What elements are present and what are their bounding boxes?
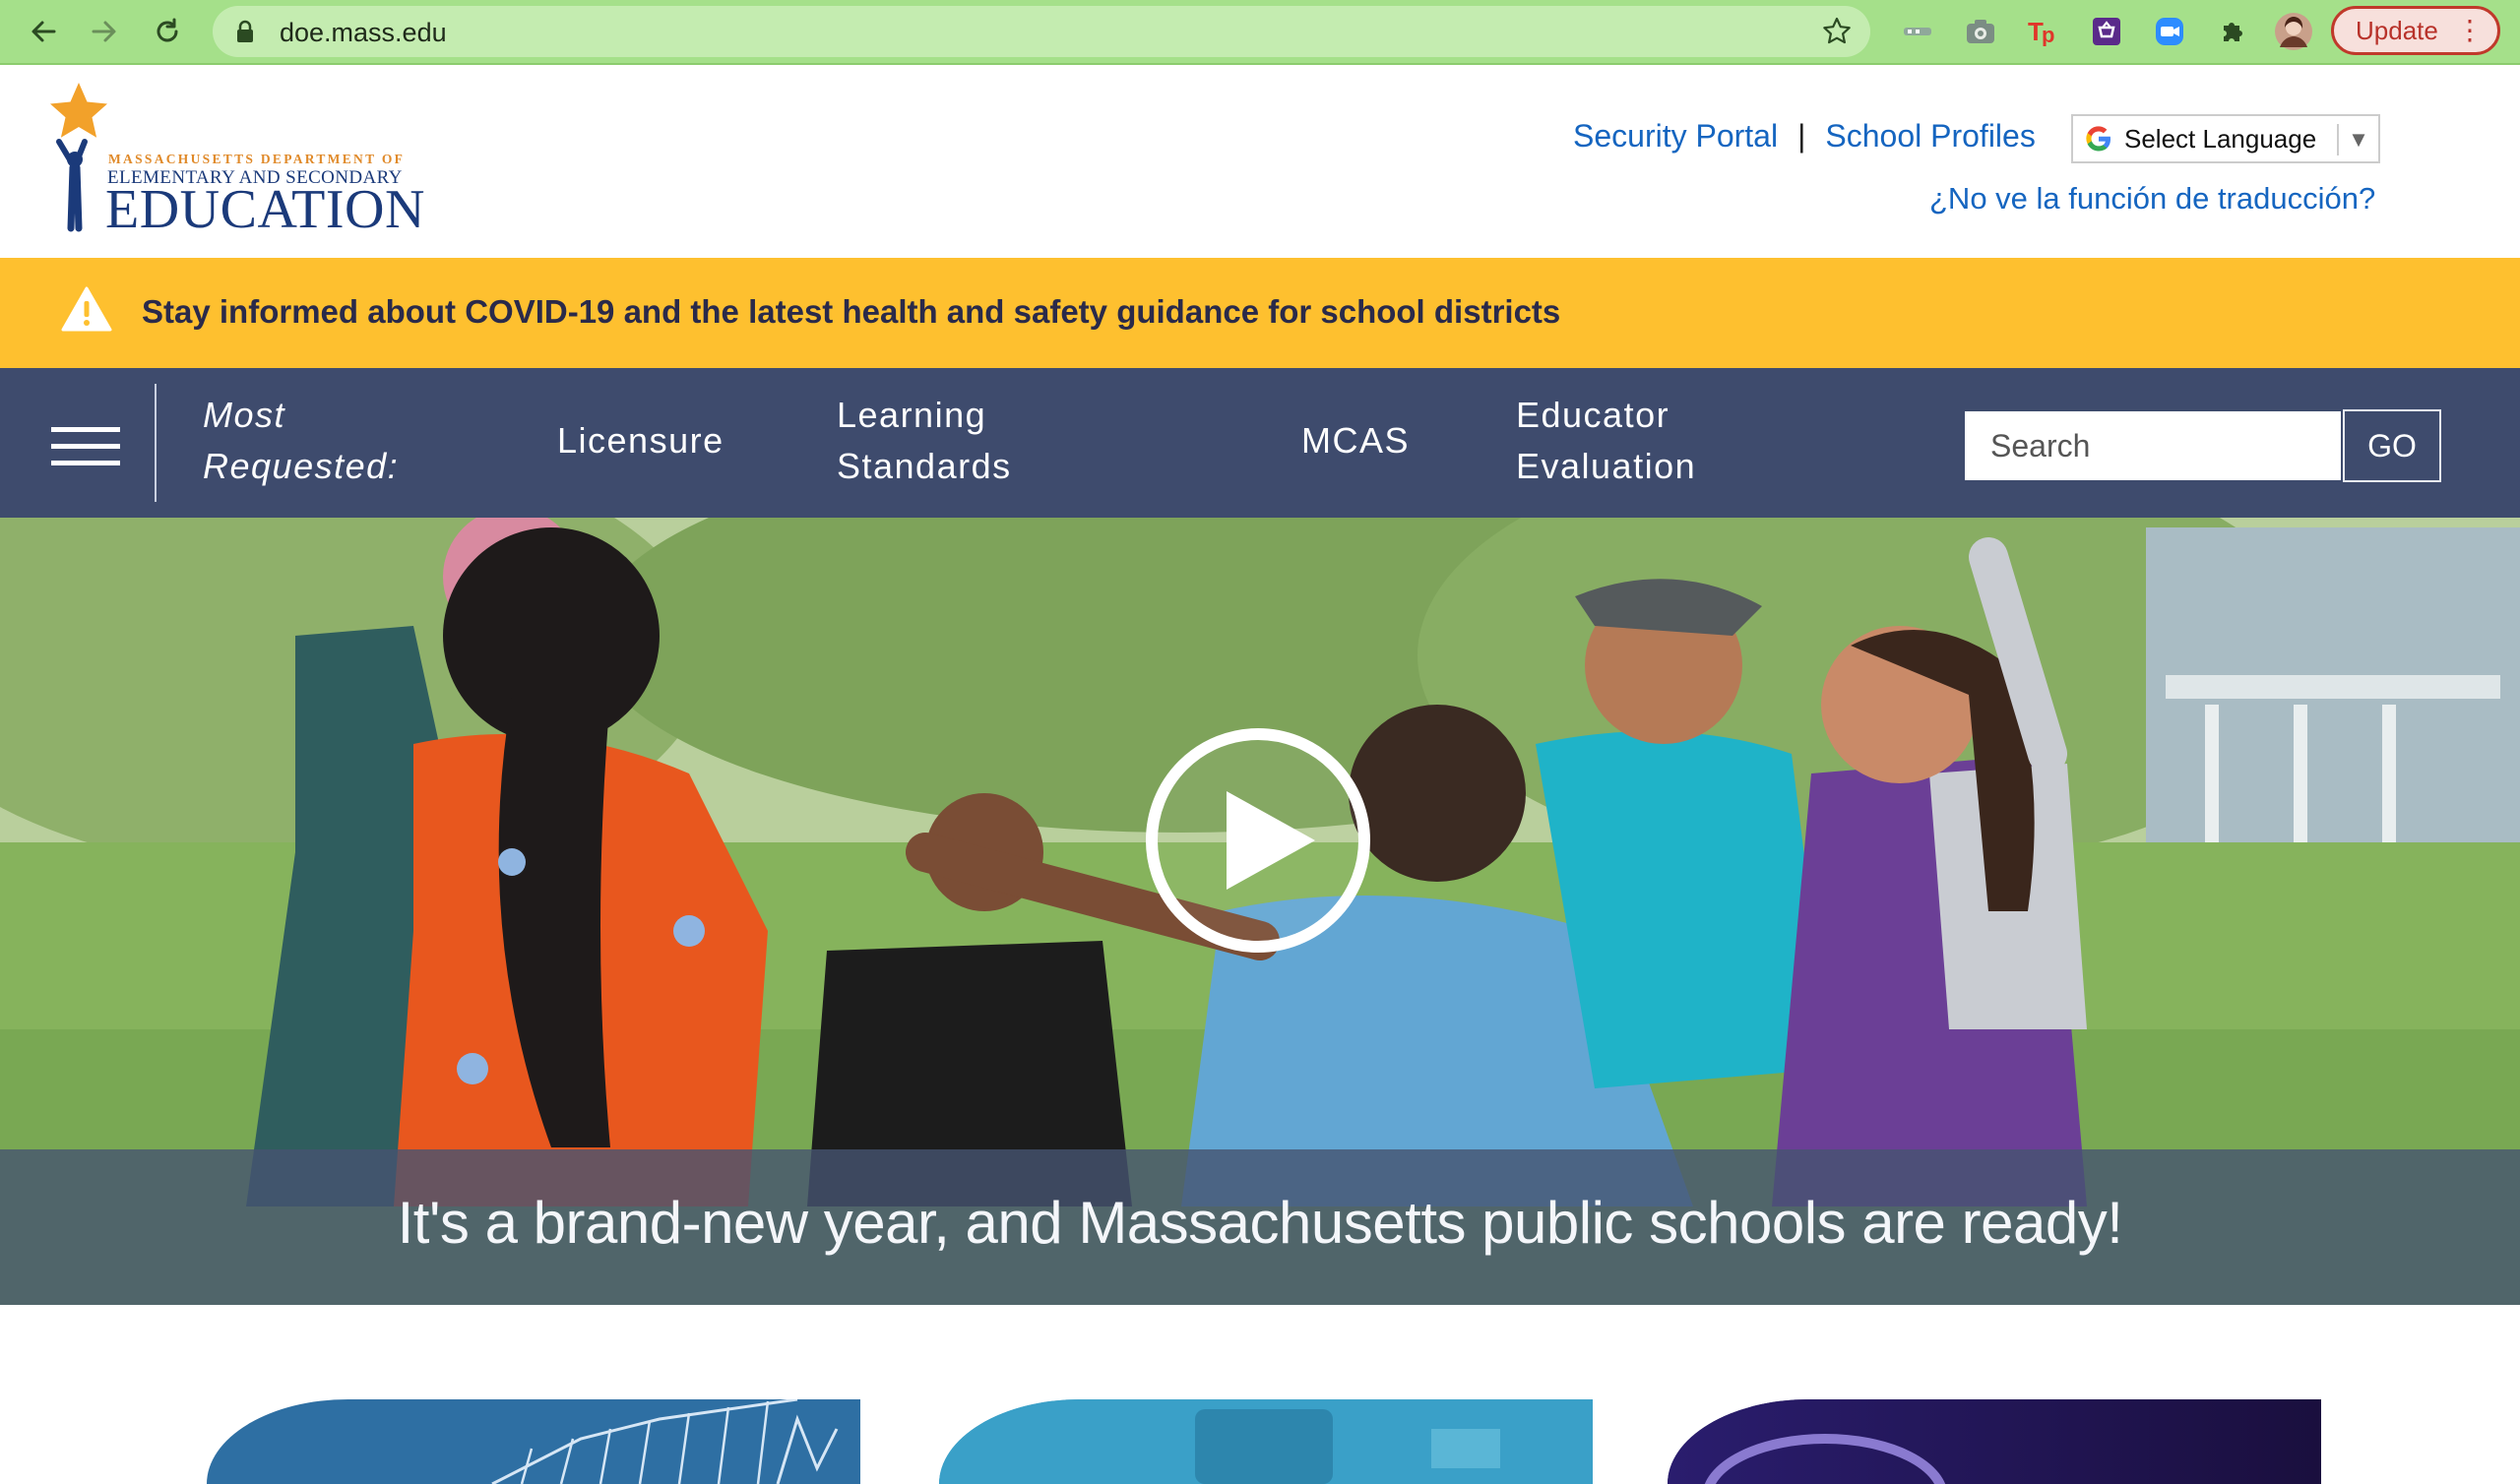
feature-card-image — [939, 1399, 1593, 1484]
logo-line-1: MASSACHUSETTS DEPARTMENT OF — [108, 152, 406, 166]
key-icon[interactable] — [1898, 12, 1937, 51]
feature-card-image — [491, 1399, 839, 1484]
search-placeholder: Search — [1990, 427, 2091, 464]
search-go-button[interactable]: GO — [2343, 409, 2441, 482]
most-requested-line-2: Requested: — [203, 446, 400, 486]
nav-divider — [155, 384, 157, 502]
nav-item-educator-evaluation[interactable]: Educator Evaluation — [1516, 390, 1696, 492]
nav-item-mcas[interactable]: MCAS — [1301, 415, 1410, 466]
feature-card-3[interactable] — [1668, 1399, 2321, 1484]
header-links: Security Portal | School Profiles — [1573, 118, 2036, 155]
hero-video[interactable]: It's a brand-new year, and Massachusetts… — [0, 518, 2520, 1305]
more-menu-icon[interactable]: ⋮ — [2456, 17, 2484, 44]
link-separator: | — [1797, 118, 1806, 154]
logo-line-3: EDUCATION — [105, 179, 425, 240]
camera-icon[interactable] — [1961, 12, 2000, 51]
bookmark-star-icon[interactable] — [1821, 16, 1853, 52]
nav-item-label: Licensure — [557, 420, 724, 461]
dese-logo[interactable]: MASSACHUSETTS DEPARTMENT OF ELEMENTARY A… — [37, 81, 451, 238]
tp-icon[interactable]: Tp — [2024, 12, 2063, 51]
nav-item-label: Evaluation — [1516, 446, 1697, 486]
most-requested-label: Most Requested: — [203, 390, 399, 492]
warning-icon — [61, 285, 112, 338]
feature-card-2[interactable] — [939, 1399, 1593, 1484]
nav-item-label: Learning — [837, 395, 987, 435]
update-label: Update — [2356, 15, 2438, 45]
reload-icon[interactable] — [146, 10, 189, 53]
dropdown-arrow-icon: ▼ — [2337, 124, 2378, 155]
back-arrow-icon[interactable] — [22, 10, 65, 53]
google-g-icon — [2079, 124, 2118, 154]
puzzle-icon[interactable] — [2213, 12, 2252, 51]
covid-alert-banner[interactable]: Stay informed about COVID-19 and the lat… — [0, 258, 2520, 368]
nav-item-label: MCAS — [1301, 420, 1411, 461]
nav-item-learning-standards[interactable]: Learning Standards — [837, 390, 1012, 492]
translation-help-link[interactable]: ¿No ve la función de traducción? — [1929, 181, 2375, 216]
svg-text:p: p — [2042, 23, 2054, 46]
shopping-icon[interactable] — [2087, 12, 2126, 51]
school-profiles-link[interactable]: School Profiles — [1825, 118, 2035, 155]
nav-item-label: Educator — [1516, 395, 1670, 435]
hamburger-menu-icon[interactable] — [51, 427, 120, 466]
lock-icon — [234, 20, 256, 48]
feature-card-1[interactable] — [207, 1399, 860, 1484]
nav-item-licensure[interactable]: Licensure — [557, 415, 724, 466]
search-input[interactable]: Search — [1963, 409, 2343, 482]
play-icon[interactable] — [1144, 726, 1372, 955]
site-header: MASSACHUSETTS DEPARTMENT OF ELEMENTARY A… — [0, 67, 2520, 258]
browser-toolbar: doe.mass.edu Tp Update ⋮ — [0, 0, 2520, 65]
profile-avatar[interactable] — [2274, 12, 2313, 51]
url-text: doe.mass.edu — [280, 18, 447, 47]
most-requested-line-1: Most — [203, 395, 286, 435]
alert-text[interactable]: Stay informed about COVID-19 and the lat… — [142, 293, 1560, 331]
feature-card-image — [1668, 1399, 2321, 1484]
language-select-label: Select Language — [2124, 123, 2317, 154]
update-button[interactable]: Update ⋮ — [2331, 6, 2500, 55]
zoom-icon[interactable] — [2150, 12, 2189, 51]
star-person-icon — [50, 83, 107, 232]
address-bar[interactable]: doe.mass.edu — [213, 6, 1870, 57]
hero-caption: It's a brand-new year, and Massachusetts… — [397, 1190, 2123, 1256]
main-navigation: Most Requested: Licensure Learning Stand… — [0, 368, 2520, 518]
nav-item-label: Standards — [837, 446, 1012, 486]
forward-arrow-icon[interactable] — [83, 10, 126, 53]
security-portal-link[interactable]: Security Portal — [1573, 118, 1778, 155]
language-select[interactable]: Select Language ▼ — [2071, 114, 2380, 163]
